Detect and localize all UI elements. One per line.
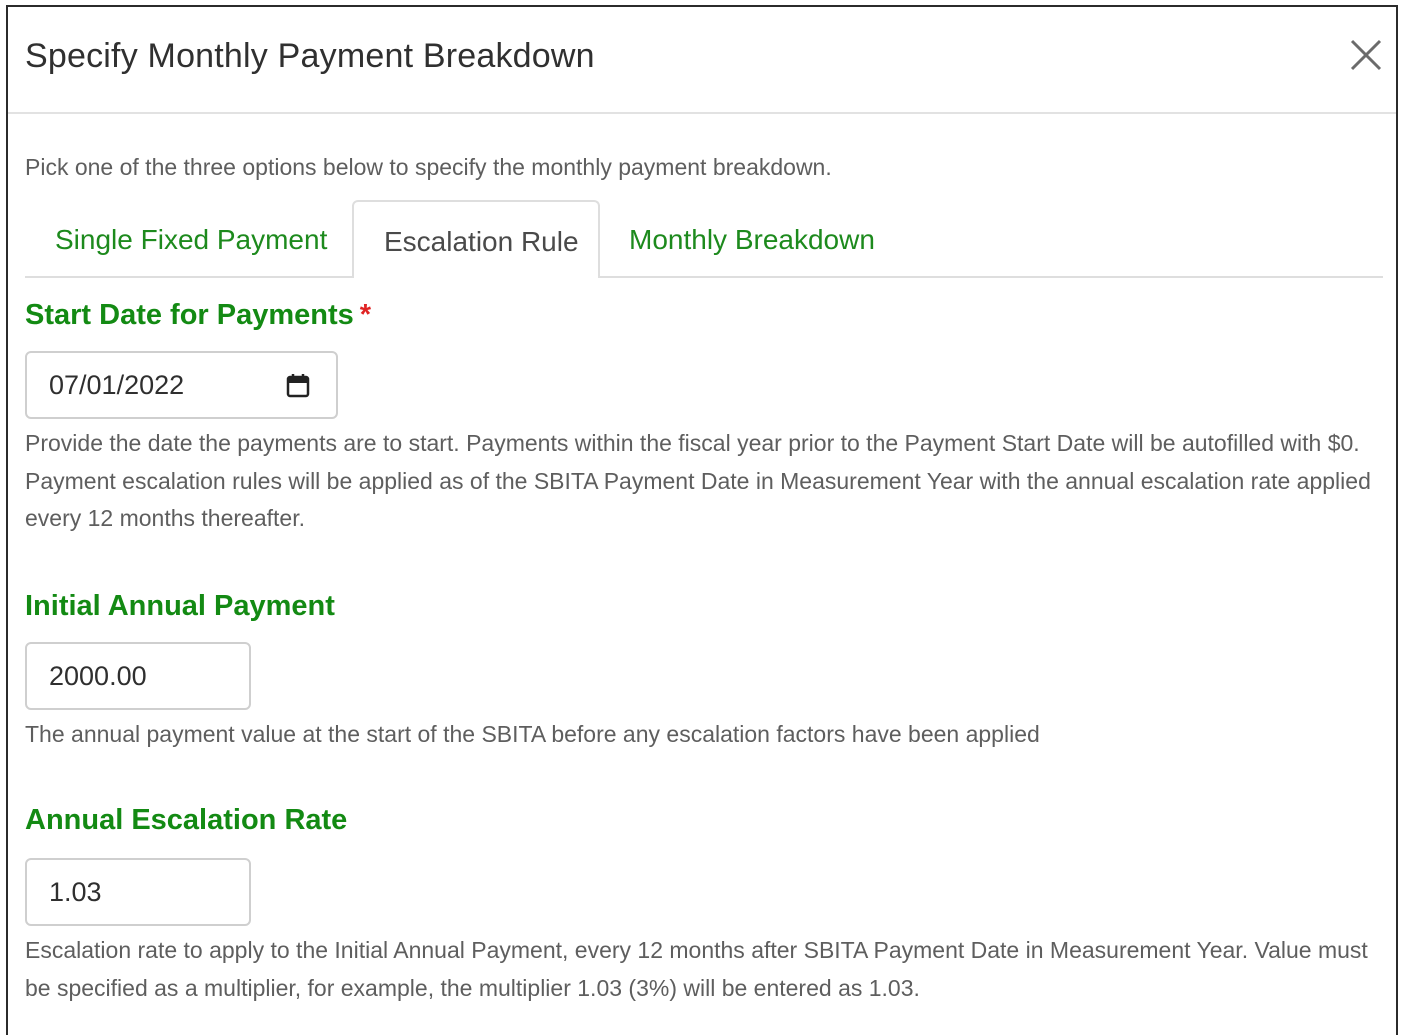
start-date-label: Start Date for Payments * bbox=[25, 299, 371, 332]
start-date-value: 07/01/2022 bbox=[49, 370, 185, 400]
dialog-title: Specify Monthly Payment Breakdown bbox=[25, 37, 595, 75]
close-button[interactable] bbox=[1346, 35, 1386, 75]
option-tabs: Single Fixed Payment Escalation Rule Mon… bbox=[25, 200, 1383, 278]
required-marker: * bbox=[359, 299, 372, 331]
start-date-help: Provide the date the payments are to sta… bbox=[25, 430, 1371, 531]
dialog-header: Specify Monthly Payment Breakdown bbox=[8, 7, 1396, 114]
initial-payment-input[interactable]: 2000.00 bbox=[25, 642, 251, 710]
initial-payment-value: 2000.00 bbox=[49, 661, 147, 691]
start-date-label-text: Start Date for Payments bbox=[25, 299, 354, 331]
intro-text: Pick one of the three options below to s… bbox=[25, 154, 832, 180]
tab-escalation-rule[interactable]: Escalation Rule bbox=[352, 200, 600, 278]
tab-monthly-breakdown[interactable]: Monthly Breakdown bbox=[599, 200, 899, 276]
start-date-input[interactable]: 07/01/2022 bbox=[25, 351, 338, 419]
calendar-icon[interactable] bbox=[286, 373, 310, 399]
tab-single-fixed-payment[interactable]: Single Fixed Payment bbox=[25, 200, 353, 276]
initial-payment-help: The annual payment value at the start of… bbox=[25, 721, 1040, 747]
escalation-rate-input[interactable]: 1.03 bbox=[25, 858, 251, 926]
escalation-rate-label: Annual Escalation Rate bbox=[25, 804, 348, 836]
close-icon bbox=[1350, 39, 1382, 71]
payment-breakdown-dialog: Specify Monthly Payment Breakdown Pick o… bbox=[6, 5, 1398, 1035]
initial-payment-label: Initial Annual Payment bbox=[25, 590, 335, 622]
escalation-rate-value: 1.03 bbox=[49, 877, 102, 907]
escalation-rate-help: Escalation rate to apply to the Initial … bbox=[25, 937, 1368, 1001]
